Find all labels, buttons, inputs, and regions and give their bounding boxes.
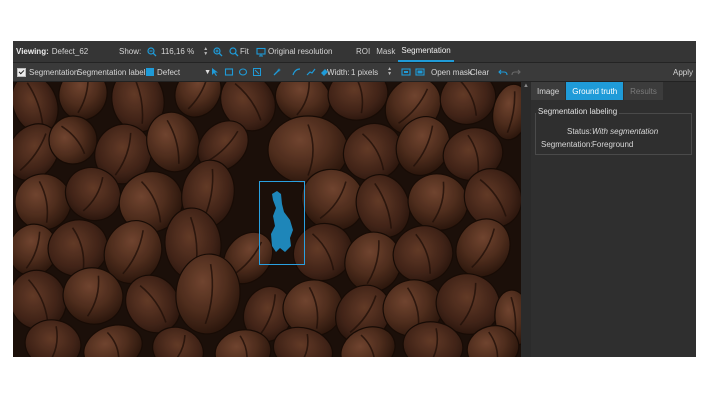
tab-image[interactable]: Image <box>531 82 566 100</box>
zoom-value: 116,16 % <box>161 47 195 56</box>
viewer-toolbar: Viewing: Defect_62 Show: 116,16 % ▲ ▼ Fit <box>13 41 696 63</box>
viewing-label: Viewing: <box>16 47 49 56</box>
tab-mask[interactable]: Mask <box>373 41 398 62</box>
vertical-scrollbar[interactable]: ▲ <box>521 82 531 357</box>
width-value: 1 pixels <box>351 67 379 77</box>
label-color-swatch <box>146 68 154 76</box>
status-label: Status: <box>567 127 592 136</box>
undo-icon[interactable] <box>497 67 508 78</box>
segmentation-toolbar: Segmentation Segmentation labels: Defect… <box>13 63 696 82</box>
clear-button[interactable]: Clear <box>470 63 489 81</box>
magic-wand-icon[interactable] <box>271 67 282 78</box>
rectangle-icon[interactable] <box>223 67 234 78</box>
status-value: With segmentation <box>592 127 659 136</box>
select-arrow-icon[interactable] <box>209 67 220 78</box>
fit-button[interactable]: Fit <box>228 41 249 62</box>
redo-icon[interactable] <box>510 67 521 78</box>
segmentation-labels-label: Segmentation labels: <box>77 67 152 77</box>
defect-bounding-box[interactable] <box>259 181 305 265</box>
width-label: Width: <box>327 67 350 77</box>
zoom-fit-icon <box>228 46 239 57</box>
group-title: Segmentation labeling <box>536 107 620 116</box>
fit-label: Fit <box>240 47 249 56</box>
open-mask-button[interactable]: Open mask <box>431 63 472 81</box>
view-toggle-buttons <box>400 63 425 81</box>
tab-segmentation[interactable]: Segmentation <box>398 41 454 62</box>
segmentation-label: Segmentation: <box>541 140 593 149</box>
tab-roi[interactable]: ROI <box>353 41 373 62</box>
segmentation-checkbox[interactable]: Segmentation <box>17 63 78 81</box>
freehand-curve-icon[interactable] <box>291 67 302 78</box>
viewing-value: Defect_62 <box>51 47 89 56</box>
defect-mask-overlay <box>271 191 293 252</box>
inspection-app: Viewing: Defect_62 Show: 116,16 % ▲ ▼ Fit <box>13 41 696 357</box>
view-tabs: ROI Mask Segmentation <box>353 41 454 62</box>
segmentation-value: Foreground <box>592 140 634 149</box>
right-panel: Image Ground truth Results Segmentation … <box>531 82 696 357</box>
zoom-out-button[interactable] <box>146 41 157 62</box>
ellipse-icon[interactable] <box>237 67 248 78</box>
segmentation-checkbox-label: Segmentation <box>29 67 79 77</box>
tab-results[interactable]: Results <box>624 82 663 100</box>
zoom-in-icon <box>212 46 223 57</box>
monitor-icon <box>255 46 266 57</box>
apply-button[interactable]: Apply <box>673 63 693 81</box>
width-spin-arrows[interactable]: ▲ ▼ <box>387 67 392 77</box>
move-icon[interactable] <box>251 67 262 78</box>
scroll-up-icon[interactable]: ▲ <box>523 83 529 89</box>
zoom-spin-arrows[interactable]: ▲ ▼ <box>203 46 208 57</box>
original-resolution-button[interactable]: Original resolution <box>255 41 332 62</box>
original-resolution-label: Original resolution <box>268 47 333 56</box>
image-canvas[interactable] <box>13 82 521 357</box>
zoom-spinbox[interactable]: 116,16 % ▲ ▼ <box>161 41 208 62</box>
right-panel-tabs: Image Ground truth Results <box>531 82 664 100</box>
tab-ground-truth[interactable]: Ground truth <box>566 82 624 100</box>
label-dropdown-value: Defect <box>157 67 181 77</box>
drawing-tools <box>209 63 330 81</box>
viewing-info: Viewing: Defect_62 <box>16 41 88 62</box>
zoom-out-icon <box>146 46 157 57</box>
checkbox-checked-icon <box>17 67 26 77</box>
show-mask-icon[interactable] <box>400 67 411 78</box>
show-overlay-icon[interactable] <box>414 67 425 78</box>
freehand-line-icon[interactable] <box>305 67 316 78</box>
label-dropdown[interactable]: Defect ▼ <box>146 63 211 81</box>
width-spinbox[interactable]: 1 pixels ▲ ▼ <box>351 63 392 81</box>
zoom-in-button[interactable] <box>212 41 223 62</box>
show-label: Show: <box>119 47 142 56</box>
undo-redo <box>497 63 521 81</box>
